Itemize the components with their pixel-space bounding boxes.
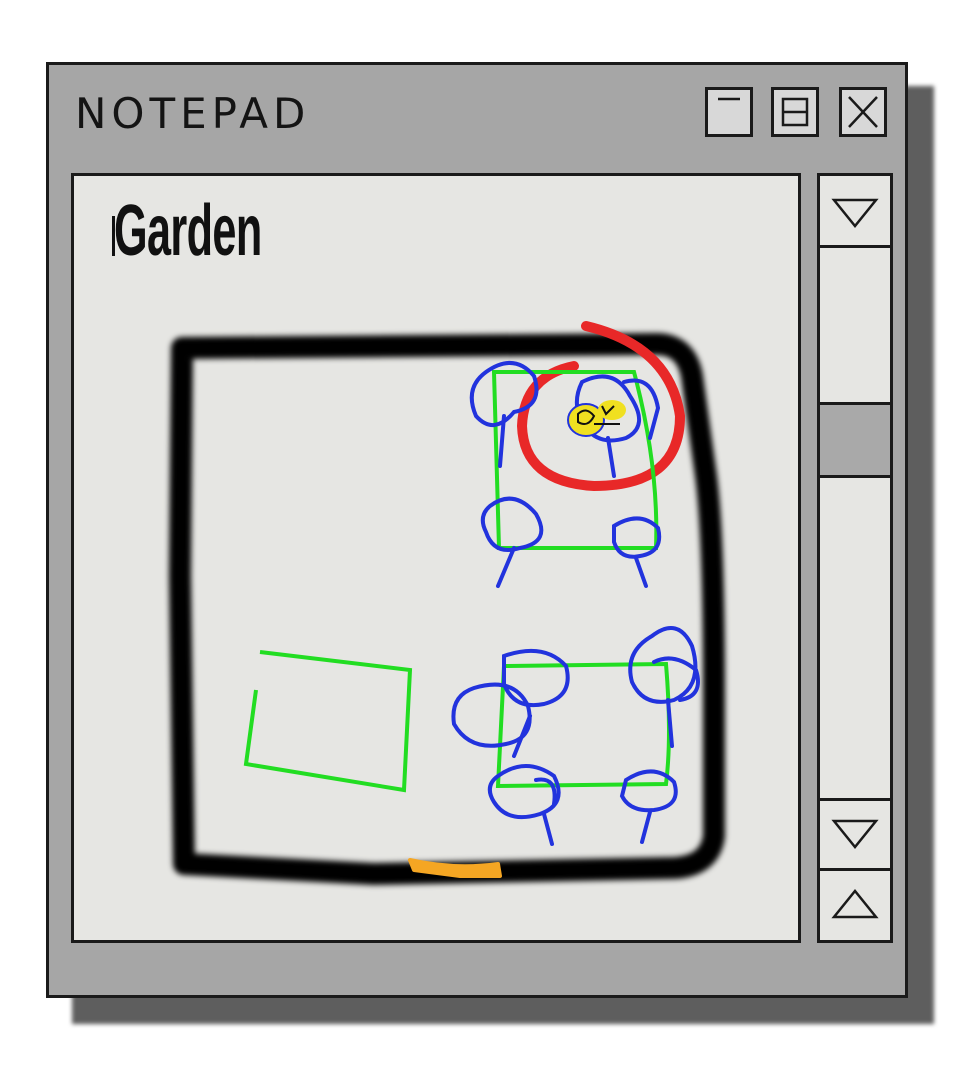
- yellow-highlight-mark: [567, 400, 626, 437]
- notepad-window: NOTEPAD Garden: [46, 62, 908, 998]
- blue-plants-lower: [451, 626, 700, 846]
- maximize-icon: [781, 97, 809, 127]
- garden-boundary: [169, 333, 726, 885]
- maximize-button[interactable]: [771, 87, 819, 137]
- minimize-icon: [718, 97, 740, 101]
- notepad-canvas[interactable]: Garden: [71, 173, 801, 943]
- minimize-button[interactable]: [705, 87, 753, 137]
- green-plot-left: [243, 650, 413, 793]
- scroll-up-button[interactable]: [820, 868, 890, 940]
- scroll-thumb[interactable]: [820, 402, 890, 478]
- scroll-top-button[interactable]: [820, 176, 890, 248]
- triangle-down-icon: [831, 198, 879, 228]
- triangle-down-icon: [831, 819, 879, 849]
- close-icon: [848, 96, 878, 128]
- scroll-down-button[interactable]: [820, 798, 890, 870]
- window-title: NOTEPAD: [75, 89, 311, 138]
- close-button[interactable]: [839, 87, 887, 137]
- vertical-scrollbar[interactable]: [817, 173, 893, 943]
- garden-sketch: [169, 321, 726, 885]
- blue-plants-upper: [469, 361, 662, 588]
- triangle-up-icon: [831, 889, 879, 919]
